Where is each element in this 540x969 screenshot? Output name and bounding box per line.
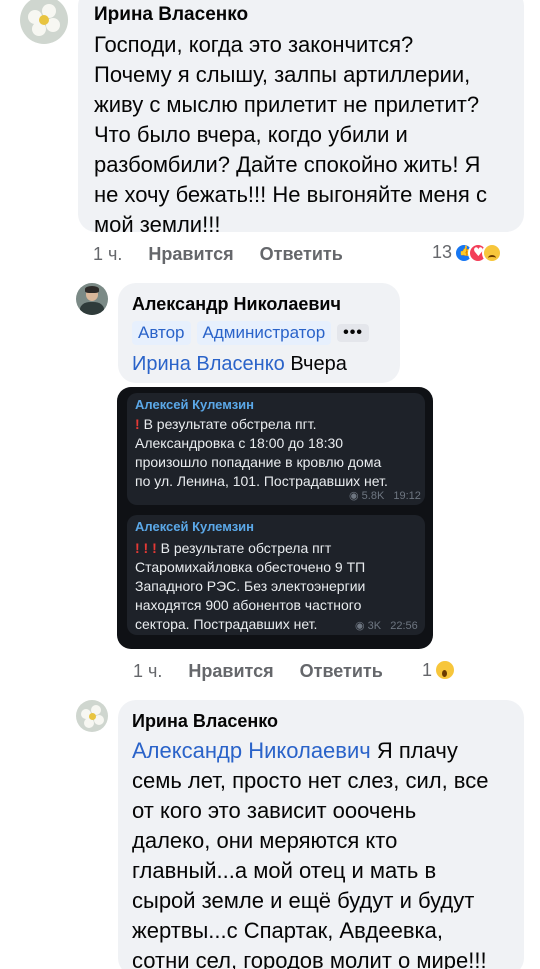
text-line: от кого это зависит ооочень — [132, 798, 417, 823]
text-line: ! В результате обстрела пгт. — [135, 415, 388, 434]
telegram-author: Алексей Кулемзин — [135, 397, 254, 412]
telegram-text: ! ! ! В результате обстрела пгт Старомих… — [135, 539, 365, 634]
text-line: далеко, они меряются кто — [132, 828, 398, 853]
mention-link[interactable]: Александр Николаевич — [132, 738, 371, 763]
text-line: главный...а мой отец и мать в — [132, 858, 437, 883]
text-line: Старомихайловка обесточено 9 ТП — [135, 559, 366, 575]
reactions-count: 1 — [422, 659, 433, 680]
avatar[interactable] — [76, 283, 108, 315]
comment-text: Господи, когда это закончится? Почему я … — [94, 30, 487, 240]
reply-bubble: Ирина Власенко Александр Николаевич Я пл… — [118, 700, 524, 969]
text-line: Господи, когда это закончится? — [94, 32, 414, 57]
text-line-body: В результате обстрела пгт — [160, 540, 332, 556]
comment-bubble: Ирина Власенко Господи, когда это законч… — [78, 0, 524, 237]
timestamp[interactable]: 1 ч. — [133, 661, 162, 682]
eye-icon: ◉ — [349, 490, 359, 502]
comment-author[interactable]: Ирина Власенко — [132, 711, 278, 732]
telegram-message: Алексей Кулемзин ! ! ! В результате обст… — [127, 515, 425, 635]
text-line: жертвы...с Спартак, Авдеевка, — [132, 918, 443, 943]
avatar[interactable] — [20, 0, 68, 44]
telegram-meta: ◉ 3K 22:56 — [355, 619, 418, 632]
telegram-text: ! В результате обстрела пгт. Александров… — [135, 415, 388, 491]
timestamp[interactable]: 1 ч. — [93, 244, 122, 265]
text-line: ! ! ! В результате обстрела пгт — [135, 539, 365, 558]
reply-bubble: Александр Николаевич Автор Администратор… — [118, 283, 400, 383]
comment-author[interactable]: Александр Николаевич — [132, 294, 341, 315]
more-badge[interactable]: ••• — [337, 324, 369, 342]
text-line: Александровка с 18:00 до 18:30 — [135, 435, 344, 451]
text-line: Александр Николаевич Я плачу — [132, 736, 488, 766]
telegram-meta: ◉ 5.8K 19:12 — [349, 489, 421, 502]
text-line: мой земли!!! — [94, 212, 221, 237]
eye-icon: ◉ — [355, 620, 365, 632]
text-line: разбомбили? Дайте спокойно жить! Я — [94, 152, 481, 177]
message-time: 22:56 — [390, 620, 418, 632]
text-line-body: В результате обстрела пгт. — [143, 416, 317, 432]
text-line: произошло попадание в кровлю дома — [135, 454, 382, 470]
reply-button[interactable]: Ответить — [260, 244, 343, 265]
reply-text-body: Вчера — [290, 353, 347, 375]
text-line: семь лет, просто нет слез, сил, все — [132, 768, 489, 793]
attached-image[interactable]: Алексей Кулемзин ! В результате обстрела… — [117, 387, 433, 649]
reply-actions: 1 ч. Нравится Ответить — [133, 661, 383, 682]
telegram-author: Алексей Кулемзин — [135, 519, 254, 534]
text-line: сырой земле и ещё будут и будут — [132, 888, 475, 913]
telegram-message: Алексей Кулемзин ! В результате обстрела… — [127, 393, 425, 505]
text-line: Что было вчера, когдо убили и — [94, 122, 408, 147]
text-line: сотни сел, городов молит о мире!!! — [132, 948, 487, 969]
wow-reaction-icon — [434, 659, 457, 681]
text-line: не хочу бежать!!! Не выгоняйте меня с — [94, 182, 487, 207]
like-button[interactable]: Нравится — [148, 244, 233, 265]
sad-reaction-icon — [482, 242, 503, 263]
reply-button[interactable]: Ответить — [300, 661, 383, 682]
views-count: 5.8K — [361, 490, 385, 502]
reply-text: Александр Николаевич Я плачу семь лет, п… — [132, 736, 488, 969]
like-button[interactable]: Нравится — [188, 661, 273, 682]
text-line: находятся 900 абонентов частного — [135, 597, 362, 613]
text-line: Почему я слышу, залпы артиллерии, — [94, 62, 471, 87]
author-badge: Автор — [132, 321, 191, 345]
reactions-summary[interactable]: 1 — [422, 659, 457, 681]
author-badges: Автор Администратор ••• — [132, 321, 369, 345]
text-line: живу с мыслю прилетит не прилетит? — [94, 92, 480, 117]
reactions-summary[interactable]: 13 — [432, 242, 503, 263]
reactions-count: 13 — [432, 242, 453, 262]
avatar[interactable] — [76, 700, 108, 732]
views-count: 3K — [367, 620, 382, 632]
text-line: сектора. Пострадавших нет. — [135, 616, 318, 632]
red-exclamation-icon: ! — [135, 416, 140, 432]
red-exclamation-icon: ! ! ! — [135, 540, 157, 556]
message-time: 19:12 — [393, 490, 421, 502]
comment-actions: 1 ч. Нравится Ответить — [93, 244, 343, 265]
reply-text: Ирина Власенко Вчера — [132, 351, 347, 377]
text-line: Западного РЭС. Без электоэнергии — [135, 578, 366, 594]
admin-badge: Администратор — [196, 321, 332, 345]
text-line-body: Я плачу — [376, 738, 458, 763]
mention-link[interactable]: Ирина Власенко — [132, 353, 285, 375]
comment-author[interactable]: Ирина Власенко — [94, 4, 248, 26]
